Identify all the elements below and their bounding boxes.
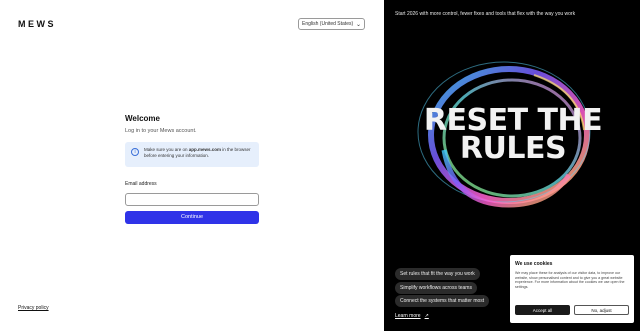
login-pane: MEWS English (United States) ⌄ Welcome L… — [0, 0, 384, 331]
promo-pill: Connect the systems that matter most — [395, 295, 490, 307]
cookie-text: We may place these for analysis of our v… — [515, 271, 625, 289]
login-form: Welcome Log in to your Mews account. i M… — [125, 114, 259, 224]
info-banner: i Make sure you are on app.mews.com in t… — [125, 142, 259, 167]
cookie-title: We use cookies — [515, 261, 553, 267]
chevron-down-icon: ⌄ — [355, 22, 361, 28]
adjust-cookies-button[interactable]: No, adjust — [574, 305, 629, 315]
external-link-icon: ↗ — [424, 313, 429, 319]
promo-headline: RESET THE RULES — [418, 106, 608, 166]
promo-pill: Simplify workflows across teams — [395, 282, 477, 294]
cookie-banner: We use cookies We may place these for an… — [510, 255, 634, 323]
language-select[interactable]: English (United States) ⌄ — [298, 18, 365, 30]
promo-headline-line2: RULES — [459, 131, 567, 166]
info-text-prefix: Make sure you are on — [144, 147, 189, 152]
info-icon: i — [131, 148, 139, 156]
learn-more-label: Learn more — [395, 313, 421, 319]
promo-pill: Set rules that fit the way you work — [395, 268, 480, 280]
promo-tagline: Start 2026 with more control, fewer fixe… — [395, 11, 576, 17]
email-label: Email address — [125, 181, 157, 187]
mews-logo: MEWS — [18, 19, 56, 29]
info-domain: app.mews.com — [188, 147, 222, 152]
login-page: MEWS English (United States) ⌄ Welcome L… — [0, 0, 640, 331]
page-subtitle: Log in to your Mews account. — [125, 128, 197, 134]
info-text: Make sure you are on app.mews.com in the… — [144, 147, 253, 159]
page-title: Welcome — [125, 114, 160, 123]
privacy-policy-link[interactable]: Privacy policy — [18, 305, 49, 311]
cookie-actions: Accept all No, adjust — [515, 305, 629, 315]
continue-button[interactable]: Continue — [125, 210, 259, 224]
language-select-value: English (United States) — [302, 21, 354, 27]
learn-more-link[interactable]: Learn more ↗ — [395, 313, 429, 319]
accept-all-button[interactable]: Accept all — [515, 305, 570, 315]
email-field[interactable] — [125, 192, 259, 206]
